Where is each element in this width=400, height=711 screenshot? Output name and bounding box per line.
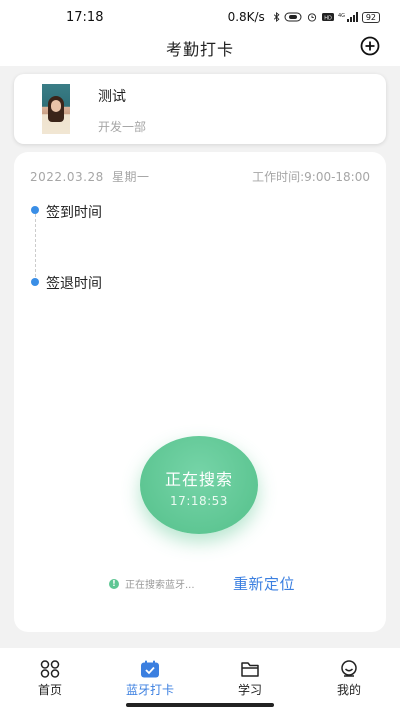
vibrate-icon bbox=[284, 12, 302, 22]
nav-label-bluetooth-punch: 蓝牙打卡 bbox=[125, 683, 174, 697]
check-in-dot bbox=[31, 206, 39, 214]
plus-circle-icon[interactable] bbox=[360, 36, 380, 56]
nav-item-mine[interactable]: 我的 bbox=[319, 660, 379, 698]
profile-card: 测试 开发一部 bbox=[14, 74, 386, 144]
calendar-check-icon bbox=[141, 660, 159, 678]
nav-label-home: 首页 bbox=[37, 683, 62, 697]
info-icon: ! bbox=[109, 578, 119, 589]
bottom-nav: 首页 蓝牙打卡 学习 我的 bbox=[0, 648, 400, 711]
user-department: 开发一部 bbox=[98, 120, 147, 134]
attendance-date: 2022.03.28 星期一 bbox=[30, 168, 150, 185]
avatar bbox=[42, 84, 70, 134]
check-out-label: 签退时间 bbox=[46, 276, 102, 292]
status-indicators: 0.8K/s HD 4G 92 bbox=[228, 10, 380, 24]
home-indicator[interactable] bbox=[126, 703, 274, 707]
svg-text:4G: 4G bbox=[338, 13, 345, 19]
punch-search-button[interactable]: 正在搜索 17:18:53 bbox=[140, 436, 258, 534]
work-hours: 工作时间:9:00-18:00 bbox=[252, 170, 370, 184]
bluetooth-status-text: 正在搜索蓝牙... bbox=[125, 580, 195, 591]
user-name: 测试 bbox=[98, 89, 126, 105]
svg-text:HD: HD bbox=[324, 16, 332, 22]
timeline-line bbox=[35, 214, 36, 282]
folder-icon bbox=[241, 662, 259, 677]
app-header: 考勤打卡 bbox=[0, 26, 400, 66]
network-speed: 0.8K/s bbox=[227, 10, 265, 24]
status-time: 17:18 bbox=[66, 10, 104, 25]
nav-label-mine: 我的 bbox=[336, 683, 361, 697]
page-title: 考勤打卡 bbox=[165, 40, 234, 59]
bluetooth-status: ! 正在搜索蓝牙... bbox=[109, 576, 195, 591]
attendance-card: 2022.03.28 星期一 工作时间:9:00-18:00 签到时间 签退时间… bbox=[14, 152, 386, 632]
nav-item-bluetooth-punch[interactable]: 蓝牙打卡 bbox=[120, 660, 180, 698]
alarm-icon bbox=[307, 13, 316, 22]
battery-icon: 92 bbox=[361, 11, 380, 23]
hd-icon: HD bbox=[321, 13, 334, 22]
nav-label-study: 学习 bbox=[237, 683, 262, 697]
nav-item-study[interactable]: 学习 bbox=[220, 660, 280, 698]
check-out-dot bbox=[31, 278, 39, 286]
home-grid-icon bbox=[40, 660, 60, 678]
smile-user-icon bbox=[341, 660, 357, 677]
avatar-face bbox=[51, 100, 61, 112]
date-value: 2022.03.28 bbox=[30, 170, 104, 184]
check-in-label: 签到时间 bbox=[46, 205, 102, 221]
bluetooth-icon bbox=[273, 12, 280, 22]
relocate-button[interactable]: 重新定位 bbox=[233, 573, 295, 594]
nav-item-home[interactable]: 首页 bbox=[20, 660, 80, 698]
status-bar: 17:18 0.8K/s HD 4G 92 bbox=[0, 0, 400, 26]
search-button-time: 17:18:53 bbox=[170, 494, 228, 508]
4g-signal-icon: 4G bbox=[338, 12, 358, 22]
weekday-value: 星期一 bbox=[112, 170, 150, 184]
search-button-title: 正在搜索 bbox=[164, 470, 233, 489]
